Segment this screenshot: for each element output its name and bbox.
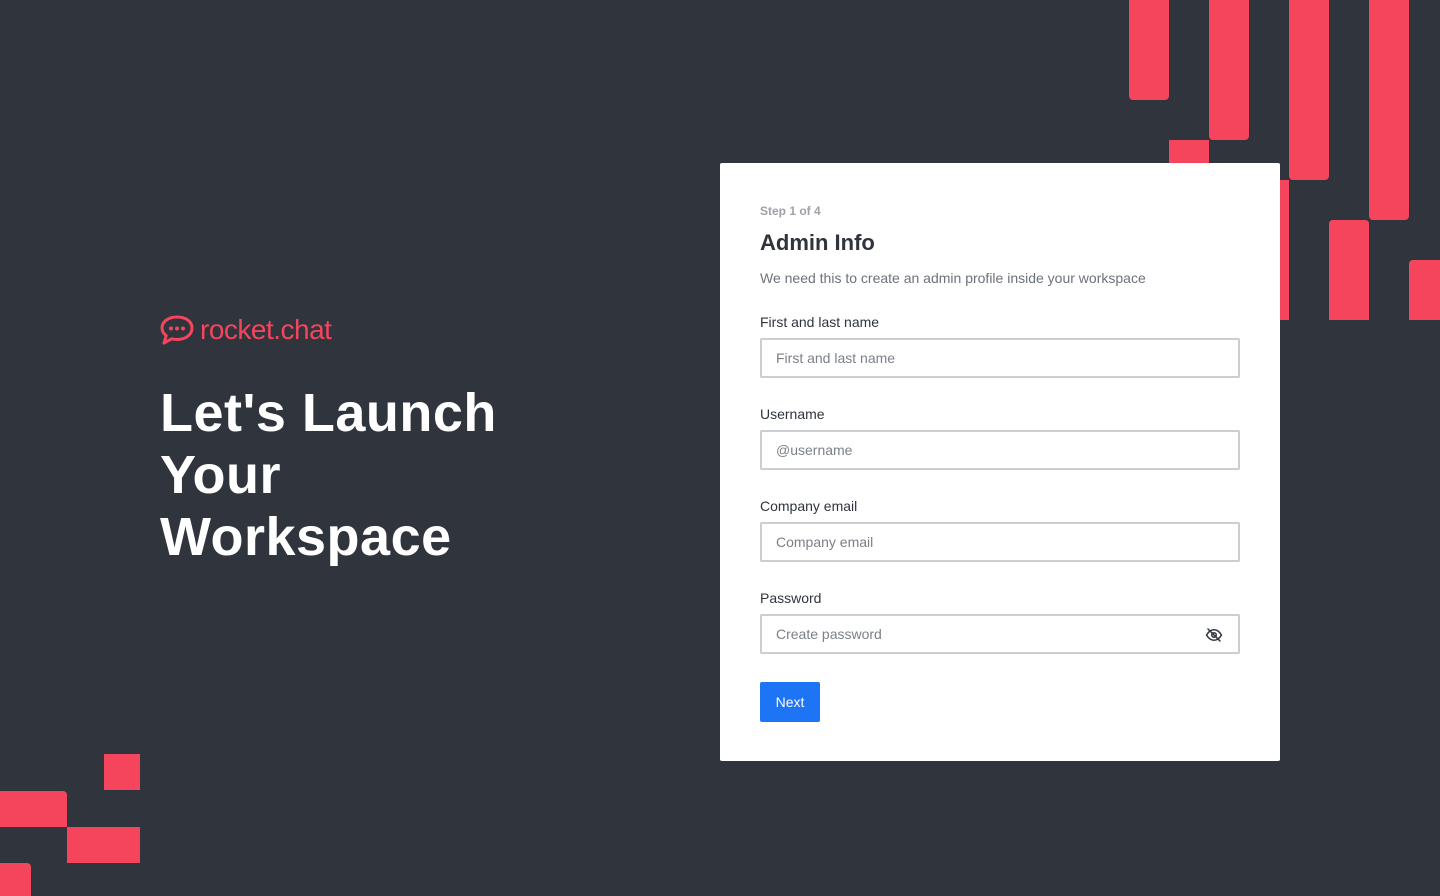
brand-logo: rocket.chat	[160, 314, 332, 346]
step-indicator: Step 1 of 4	[760, 204, 821, 218]
company-email-field: Company email	[760, 498, 1240, 562]
password-field: Password	[760, 590, 1240, 654]
rocket-chat-logo-icon	[160, 315, 194, 345]
next-button[interactable]: Next	[760, 682, 820, 722]
decorative-pattern-bottom-left	[0, 754, 140, 896]
toggle-password-visibility-button[interactable]	[1204, 625, 1224, 645]
company-email-label: Company email	[760, 498, 858, 514]
username-input-wrapper	[760, 430, 1240, 470]
password-input-wrapper	[760, 614, 1240, 654]
username-field: Username	[760, 406, 1240, 470]
brand-name: rocket.chat	[200, 314, 332, 345]
full-name-input-wrapper	[760, 338, 1240, 378]
form-subtitle: We need this to create an admin profile …	[760, 270, 1146, 286]
page-headline: Let's Launch Your Workspace	[160, 383, 497, 567]
setup-wizard-page: rocket.chat Let's Launch Your Workspace …	[0, 0, 1440, 896]
admin-info-card: Step 1 of 4 Admin Info We need this to c…	[720, 163, 1280, 761]
password-input[interactable]	[762, 616, 1238, 652]
full-name-field: First and last name	[760, 314, 1240, 378]
full-name-input[interactable]	[762, 340, 1238, 376]
eye-off-icon	[1205, 628, 1223, 642]
username-input[interactable]	[762, 432, 1238, 468]
password-label: Password	[760, 590, 822, 606]
company-email-input-wrapper	[760, 522, 1240, 562]
form-title: Admin Info	[760, 230, 875, 255]
username-label: Username	[760, 406, 825, 422]
company-email-input[interactable]	[762, 524, 1238, 560]
full-name-label: First and last name	[760, 314, 880, 330]
